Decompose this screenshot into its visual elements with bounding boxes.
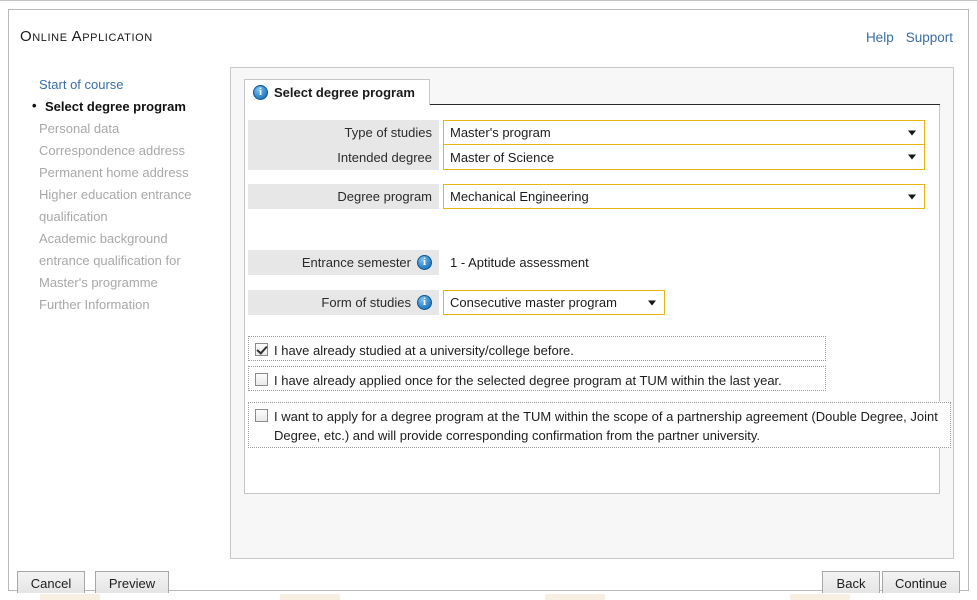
select-degree-program[interactable]: Mechanical Engineering xyxy=(443,184,925,209)
label-form-of-studies: Form of studies xyxy=(248,290,439,315)
field-group-form-of-studies: Form of studies Consecutive master progr… xyxy=(248,290,665,315)
sidebar-item-start-of-course[interactable]: Start of course xyxy=(25,74,221,96)
sidebar-item-select-degree-program[interactable]: Select degree program xyxy=(25,96,221,118)
info-icon[interactable] xyxy=(417,255,432,270)
checkbox-partnership-agreement-label: I want to apply for a degree program at … xyxy=(274,407,944,445)
label-type-of-studies: Type of studies xyxy=(248,120,439,145)
select-intended-degree[interactable]: Master of Science xyxy=(443,145,925,170)
window-top-rule xyxy=(0,0,977,1)
field-group-degree-program: Degree program Mechanical Engineering xyxy=(248,184,925,209)
select-form-of-studies-value: Consecutive master program xyxy=(450,295,617,310)
info-icon xyxy=(253,85,268,100)
checkbox-studied-before-label: I have already studied at a university/c… xyxy=(274,341,574,360)
select-type-of-studies-value: Master's program xyxy=(450,125,551,140)
checkbox-applied-before-label: I have already applied once for the sele… xyxy=(274,371,782,390)
chevron-down-icon xyxy=(908,130,916,135)
checkbox-row-applied-before[interactable]: I have already applied once for the sele… xyxy=(248,366,826,391)
sidebar-item-personal-data: Personal data xyxy=(25,118,221,140)
label-intended-degree: Intended degree xyxy=(248,145,439,170)
field-labels-column: Type of studies Intended degree xyxy=(248,120,439,170)
info-icon[interactable] xyxy=(417,295,432,310)
content-card: Select degree program Type of studies In… xyxy=(230,67,954,559)
label-entrance-semester: Entrance semester xyxy=(248,250,439,275)
field-labels-column: Form of studies xyxy=(248,290,439,315)
checkbox-partnership-agreement[interactable] xyxy=(255,409,268,422)
checkbox-row-studied-before[interactable]: I have already studied at a university/c… xyxy=(248,336,826,361)
select-form-of-studies[interactable]: Consecutive master program xyxy=(443,290,665,315)
value-entrance-semester: 1 - Aptitude assessment xyxy=(443,250,589,275)
field-controls-column: 1 - Aptitude assessment xyxy=(443,250,589,275)
chevron-down-icon xyxy=(908,194,916,199)
support-link[interactable]: Support xyxy=(906,30,953,45)
sidebar-item-higher-education-entrance-qualification: Higher education entrance qualification xyxy=(25,184,221,228)
field-labels-column: Entrance semester xyxy=(248,250,439,275)
chevron-down-icon xyxy=(648,300,656,305)
field-group-entrance-semester: Entrance semester 1 - Aptitude assessmen… xyxy=(248,250,589,275)
field-controls-column: Master's program Master of Science xyxy=(443,120,925,170)
sidebar-navigation: Start of course Select degree program Pe… xyxy=(25,74,221,316)
footer-toolbar: Cancel Preview Back Continue xyxy=(9,559,968,590)
select-degree-program-value: Mechanical Engineering xyxy=(450,189,589,204)
select-type-of-studies[interactable]: Master's program xyxy=(443,120,925,145)
checkbox-applied-before[interactable] xyxy=(255,373,268,386)
sidebar-item-correspondence-address: Correspondence address xyxy=(25,140,221,162)
field-group-studies: Type of studies Intended degree Master's… xyxy=(248,120,925,170)
label-form-of-studies-text: Form of studies xyxy=(321,295,411,310)
tab-select-degree-program[interactable]: Select degree program xyxy=(244,79,430,105)
tab-strip: Select degree program xyxy=(244,79,430,105)
help-link[interactable]: Help xyxy=(866,30,894,45)
application-window: Online Application Help Support Start of … xyxy=(8,9,969,591)
checkbox-studied-before[interactable] xyxy=(255,343,268,356)
page-bottom-cutoff xyxy=(0,593,977,600)
label-degree-program: Degree program xyxy=(248,184,439,209)
form-panel: Type of studies Intended degree Master's… xyxy=(244,104,940,494)
sidebar-item-entrance-qualification-masters: entrance qualification for Master's prog… xyxy=(25,250,221,294)
field-labels-column: Degree program xyxy=(248,184,439,209)
field-controls-column: Consecutive master program xyxy=(443,290,665,315)
select-intended-degree-value: Master of Science xyxy=(450,150,554,165)
sidebar-item-academic-background: Academic background xyxy=(25,228,221,250)
header-links: Help Support xyxy=(854,30,953,45)
tab-label: Select degree program xyxy=(274,85,415,100)
checkbox-row-partnership-agreement[interactable]: I want to apply for a degree program at … xyxy=(248,402,951,448)
sidebar-item-permanent-home-address: Permanent home address xyxy=(25,162,221,184)
page-title: Online Application xyxy=(20,28,153,45)
field-controls-column: Mechanical Engineering xyxy=(443,184,925,209)
page-header: Online Application Help Support xyxy=(9,10,968,58)
label-entrance-semester-text: Entrance semester xyxy=(302,255,411,270)
chevron-down-icon xyxy=(908,155,916,160)
sidebar-item-further-information: Further Information xyxy=(25,294,221,316)
